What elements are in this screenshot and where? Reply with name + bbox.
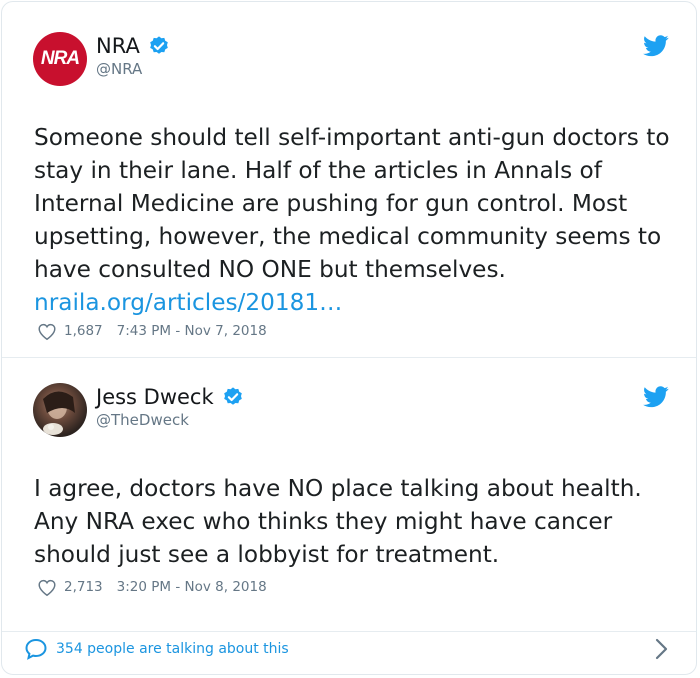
tweet-text: I agree, doctors have NO place talking a… [34, 475, 642, 568]
avatar[interactable]: NRA [33, 32, 87, 86]
tweet-timestamp[interactable]: 7:43 PM - Nov 7, 2018 [117, 323, 267, 339]
avatar[interactable] [33, 383, 87, 437]
tweet-divider [2, 357, 696, 358]
avatar-photo [43, 391, 75, 435]
tweet-link[interactable]: nraila.org/articles/20181… [34, 289, 342, 316]
author-name[interactable]: Jess Dweck [96, 385, 244, 409]
tweet-thread-card: NRA NRA @NRA Someone should tell self-im… [1, 1, 697, 675]
tweet-meta: 2,713 3:20 PM - Nov 8, 2018 [36, 576, 267, 598]
footer-divider [2, 631, 696, 632]
tweet-text: Someone should tell self-important anti-… [34, 121, 674, 319]
tweet-timestamp[interactable]: 3:20 PM - Nov 8, 2018 [117, 579, 267, 595]
conversation-footer[interactable]: 354 people are talking about this [24, 634, 674, 664]
author-handle[interactable]: @TheDweck [96, 411, 189, 429]
tweet-body: Someone should tell self-important anti-… [34, 124, 670, 283]
speech-bubble-icon [25, 638, 47, 660]
tweet-meta: 1,687 7:43 PM - Nov 7, 2018 [36, 320, 267, 342]
heart-icon[interactable] [36, 320, 58, 342]
author-name-text: NRA [96, 34, 140, 58]
verified-badge-icon [150, 36, 168, 54]
heart-icon[interactable] [36, 576, 58, 598]
author-name-text: Jess Dweck [96, 385, 214, 409]
twitter-bird-icon[interactable] [643, 386, 669, 408]
author-handle[interactable]: @NRA [96, 60, 142, 78]
avatar-logo-text: NRA [40, 48, 80, 69]
verified-badge-icon [223, 387, 242, 405]
like-count: 1,687 [64, 323, 103, 339]
conversation-count-link[interactable]: 354 people are talking about this [56, 641, 289, 657]
twitter-bird-icon[interactable] [643, 35, 669, 57]
chevron-right-icon[interactable] [652, 637, 670, 661]
like-count: 2,713 [64, 579, 103, 595]
author-name[interactable]: NRA [96, 34, 170, 58]
